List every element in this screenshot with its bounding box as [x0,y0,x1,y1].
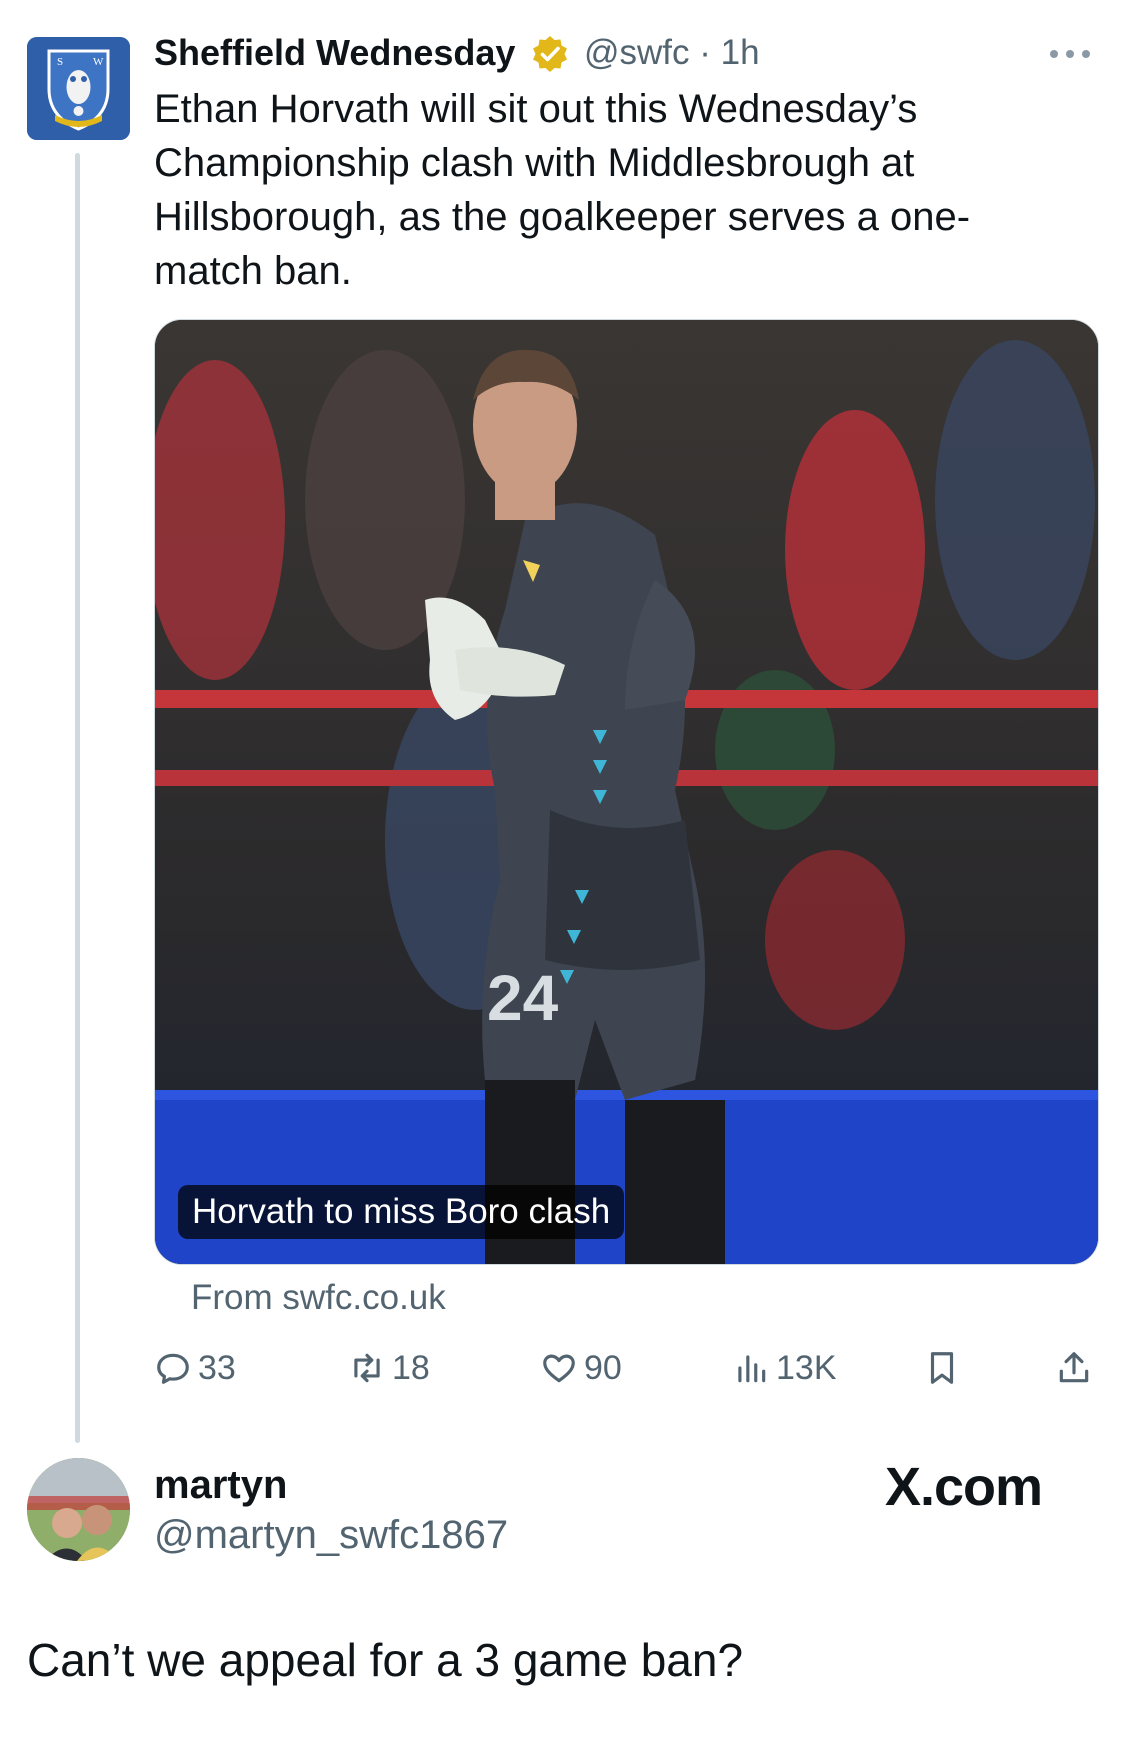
reply-icon [157,1353,189,1384]
share-button[interactable] [1055,1345,1099,1391]
like-button[interactable]: 90 [540,1345,622,1391]
author-avatar[interactable]: S W [27,37,130,140]
tweet-text: Ethan Horvath will sit out this Wednesda… [154,87,971,293]
share-icon [1059,1352,1089,1383]
reply-author-handle[interactable]: @martyn_swfc1867 [154,1510,508,1560]
views-button[interactable]: 13K [732,1345,837,1391]
heart-icon [543,1354,575,1383]
card-title[interactable]: Horvath to miss Boro clash [178,1185,625,1239]
verified-badge-icon [530,34,570,74]
like-count: 90 [584,1348,622,1387]
svg-text:W: W [93,56,104,68]
retweet-count: 18 [392,1348,430,1387]
svg-text:S: S [57,56,63,68]
more-dots-icon[interactable] [1048,44,1092,64]
reply-count: 33 [198,1348,236,1387]
thread-line [75,153,80,1443]
reply-button[interactable]: 33 [154,1345,236,1391]
card-photo: 24 [155,320,1098,1264]
reply-avatar[interactable] [27,1458,130,1561]
views-icon [738,1355,766,1383]
xcom-watermark: X.com [885,1457,1043,1517]
svg-text:24: 24 [487,962,559,1034]
author-name[interactable]: Sheffield Wednesday [154,30,515,76]
views-count: 13K [776,1348,837,1387]
author-handle-time[interactable]: @swfc · 1h [584,30,760,76]
card-source[interactable]: From swfc.co.uk [191,1275,446,1321]
bookmark-button[interactable] [923,1345,967,1391]
link-card[interactable]: 24 [154,319,1099,1265]
retweet-icon [354,1353,380,1383]
bookmark-icon [930,1352,954,1384]
retweet-button[interactable]: 18 [348,1345,430,1391]
reply-author-name[interactable]: martyn [154,1460,287,1510]
reply-text: Can’t we appeal for a 3 game ban? [27,1634,744,1686]
